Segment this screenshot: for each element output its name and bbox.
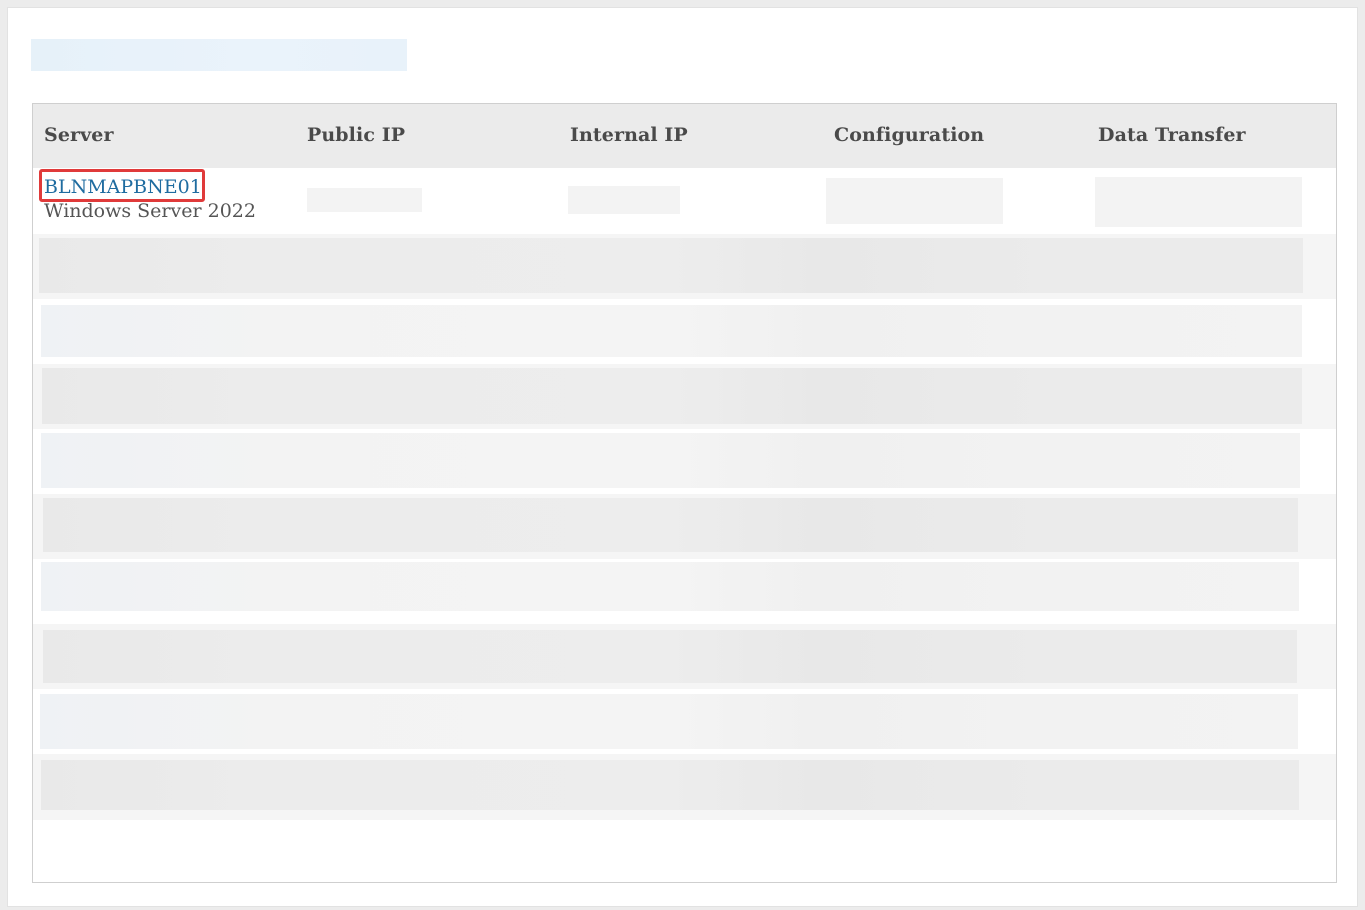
loading-row-stripe [33,624,1336,689]
column-header-configuration[interactable]: Configuration [834,124,984,146]
loading-row-stripe [33,234,1336,299]
loading-row-placeholder [40,694,1298,749]
loading-row-stripe [33,429,1336,494]
loading-row-placeholder [42,368,1302,424]
column-header-internal-ip[interactable]: Internal IP [570,124,688,146]
loading-row-placeholder [41,760,1299,810]
highlight-box [39,169,205,202]
column-header-public-ip[interactable]: Public IP [307,124,405,146]
loading-row-stripe [33,364,1336,429]
loading-row-stripe [33,754,1336,820]
loading-row-placeholder [41,433,1300,488]
loading-row-stripe [33,494,1336,559]
data-transfer-loading-placeholder [1095,177,1302,227]
loading-row-stripe [33,299,1336,364]
loading-row-placeholder [43,498,1298,552]
configuration-loading-placeholder [826,178,1003,224]
title-loading-placeholder [31,39,407,71]
loading-row-placeholder [39,238,1303,293]
column-header-data-transfer[interactable]: Data Transfer [1098,124,1246,146]
table-row: BLNMAPBNE01 Windows Server 2022 [33,168,1336,234]
internal-ip-loading-placeholder [568,186,680,214]
column-header-server[interactable]: Server [44,124,114,146]
loading-row-placeholder [43,630,1297,683]
loading-row-placeholder [41,305,1302,357]
server-os-label: Windows Server 2022 [44,200,256,222]
loading-row-stripe [33,559,1336,624]
table-header: Server Public IP Internal IP Configurati… [33,104,1336,168]
loading-row-placeholder [41,562,1299,611]
loading-row-stripe [33,689,1336,754]
public-ip-loading-placeholder [307,188,422,212]
content-card: Server Public IP Internal IP Configurati… [7,7,1358,907]
servers-table: Server Public IP Internal IP Configurati… [32,103,1337,883]
